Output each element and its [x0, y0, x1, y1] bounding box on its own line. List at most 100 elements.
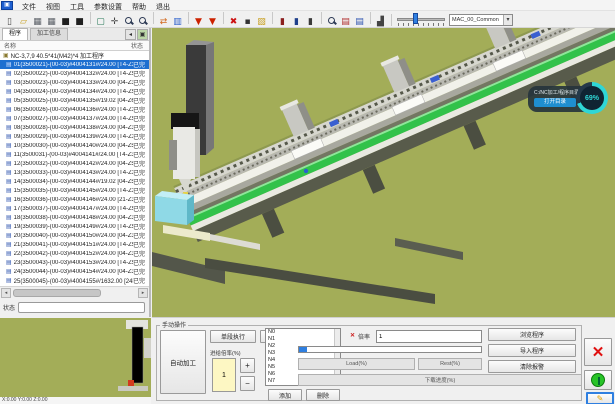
program-row[interactable]: ▤23(3500043)-(00-03)#4004153#/24.00 [T4-… — [0, 258, 149, 267]
search-icon[interactable] — [325, 14, 338, 27]
transfer-progressbar — [298, 346, 482, 353]
edit-button[interactable]: ✎ — [586, 392, 614, 404]
program-row[interactable]: ▤17(3500037)-(00-03)#4004147#/24.00 [T4-… — [0, 204, 149, 213]
program-name: 23(3500043)-(00-03)#4004153#/24.00 [T4-Z… — [14, 260, 133, 266]
control-panel: 手动操作 自动加工 单段执行 跳段 进给倍率(%) + − N0N1N2N3N4… — [152, 317, 615, 404]
rate-input[interactable] — [376, 330, 482, 343]
slider-thumb[interactable] — [413, 13, 418, 24]
delete-icon[interactable]: ✖ — [227, 16, 240, 29]
report-red-icon[interactable]: ▤ — [339, 16, 352, 29]
download-progressbar: 下载进度(%) — [298, 374, 582, 386]
program-row[interactable]: ▤02(3500022)-(00-03)#4004132#/24.00 [T4-… — [0, 69, 149, 78]
tab-go-icon[interactable]: ▣ — [137, 29, 148, 40]
toolbar-separator — [90, 12, 91, 24]
column-name[interactable]: 名称 — [0, 41, 131, 50]
program-row[interactable]: ▤13(3500033)-(00-03)#4004143#/24.00 [T4-… — [0, 168, 149, 177]
tab-2[interactable]: 加工信息 — [30, 28, 68, 40]
scrollbar-thumb[interactable] — [13, 289, 101, 297]
machine-select[interactable]: MAC_00_Common ▾ — [449, 14, 513, 26]
program-name: 15(3500035)-(00-03)#4004145#/24.00 [T4-Z… — [14, 188, 133, 194]
program-row[interactable]: ▤05(3500025)-(00-03)#4004135#/19.02 [04-… — [0, 96, 149, 105]
single-step-button[interactable]: 单段执行 — [210, 330, 256, 343]
program-row[interactable]: ▤15(3500035)-(00-03)#4004145#/24.00 [T4-… — [0, 186, 149, 195]
stop-button[interactable]: ✕ — [584, 338, 612, 366]
new-file-icon[interactable]: ▯ — [3, 16, 16, 29]
download-icon[interactable]: ▼ — [192, 16, 205, 29]
program-row[interactable]: ▤14(3500034)-(00-03)#4004144#/19.02 [04-… — [0, 177, 149, 186]
zoom-fit-icon[interactable] — [136, 14, 149, 27]
program-row[interactable]: ▤20(3500040)-(00-03)#4004150#/24.00 [04-… — [0, 231, 149, 240]
stats-icon[interactable]: ▟ — [374, 16, 387, 29]
program-row[interactable]: ▤11(3500031)-(00-03)#4004141#/24.00 [T4-… — [0, 150, 149, 159]
delete-button[interactable]: 删除 — [306, 389, 340, 401]
save-icon[interactable]: ▦ — [31, 16, 44, 29]
program-row[interactable]: ▤04(3500024)-(00-03)#4004134#/24.00 [T4-… — [0, 87, 149, 96]
toolbar-separator — [391, 14, 392, 26]
open-folder-button[interactable]: 打开目录 — [534, 98, 576, 107]
horizontal-scrollbar[interactable]: ◂ ▸ — [0, 286, 149, 298]
select-frame-icon[interactable]: ▢ — [94, 16, 107, 29]
decrease-button[interactable]: − — [240, 376, 255, 391]
status-row: 状态 — [0, 298, 149, 317]
browse-program-button[interactable]: 浏览程序 — [488, 328, 576, 341]
toolbar-separator — [153, 12, 154, 24]
program-row[interactable]: ▤21(3500041)-(00-03)#4004151#/24.00 [T4-… — [0, 240, 149, 249]
program-name: 16(3500036)-(00-03)#4004146#/24.00 [21-Z… — [14, 197, 133, 203]
block-view-icon[interactable]: ■ — [59, 16, 72, 29]
clear-alarm-button[interactable]: 清除报警 — [488, 360, 576, 373]
program-row[interactable]: ▤01(3500021)-(00-03)#4004131#/24.00 [T4-… — [0, 60, 149, 69]
segment-list-item[interactable]: N0 — [266, 329, 340, 336]
workpiece-cyan — [155, 191, 194, 225]
speed-slider[interactable] — [397, 13, 445, 26]
program-row[interactable]: ▤12(3500032)-(00-03)#4004142#/24.00 [04-… — [0, 159, 149, 168]
zoom-in-icon[interactable] — [122, 14, 135, 27]
transfer-icon[interactable]: ⇄ — [157, 16, 170, 29]
machine-dark-icon[interactable]: ▮ — [304, 16, 317, 29]
program-row[interactable]: ▤09(3500029)-(00-03)#4004139#/24.00 [T4-… — [0, 132, 149, 141]
block-view2-icon[interactable]: ■ — [73, 16, 86, 29]
machine-red-icon[interactable]: ▮ — [276, 16, 289, 29]
segment-list-item[interactable]: N1 — [266, 336, 340, 343]
program-row[interactable]: ▤24(3500044)-(00-03)#4004154#/24.00 [04-… — [0, 267, 149, 276]
scroll-right-icon[interactable]: ▸ — [138, 288, 148, 298]
program-row[interactable]: ▤03(3500023)-(00-03)#4004133#/24.00 [04-… — [0, 78, 149, 87]
stop-task-icon[interactable]: ▪ — [241, 16, 254, 29]
open-folder-icon[interactable]: ▱ — [17, 16, 30, 29]
program-row[interactable]: ▤07(3500027)-(00-03)#4004137#/24.00 [T4-… — [0, 114, 149, 123]
export-icon[interactable]: ▧ — [255, 16, 268, 29]
program-file-icon: ▤ — [6, 268, 12, 275]
program-row[interactable]: ▤06(3500026)-(00-03)#4004136#/24.00 [T4-… — [0, 105, 149, 114]
chevron-down-icon[interactable]: ▾ — [503, 15, 512, 25]
program-row[interactable]: ▤25(3500045)-(00-03)#4004155#/1632.00 [2… — [0, 276, 149, 285]
program-name: 11(3500031)-(00-03)#4004141#/24.00 [T4-Z… — [14, 152, 133, 158]
pan-icon[interactable]: ✛ — [108, 16, 121, 29]
program-row[interactable]: ▤16(3500036)-(00-03)#4004146#/24.00 [21-… — [0, 195, 149, 204]
download-all-icon[interactable]: ▼ — [206, 16, 219, 29]
panel-tabs: 程序加工信息 ◂ ▣ — [0, 28, 149, 41]
scroll-left-icon[interactable]: ◂ — [1, 288, 11, 298]
monitor-icon[interactable]: ▥ — [171, 16, 184, 29]
tree-root[interactable]: ▣ NC-3,7,9 40.5*41(M42)*4 加工程序 — [0, 51, 149, 60]
feed-override-input[interactable] — [212, 358, 236, 392]
coordinate-statusbar: X:0.00 Y:0.00 Z:0.00 — [0, 397, 151, 404]
mini-3d-viewport[interactable] — [0, 318, 151, 397]
add-button[interactable]: 添加 — [268, 389, 302, 401]
status-input[interactable] — [18, 302, 145, 313]
program-row[interactable]: ▤08(3500028)-(00-03)#4004138#/24.00 [04-… — [0, 123, 149, 132]
import-program-button[interactable]: 导入程序 — [488, 344, 576, 357]
toolbar-icons: ▯▱▦▦■■▢✛⇄▥▼▼✖▪▧▮▮▮▤▤▟ — [3, 11, 388, 29]
tab-1[interactable]: 程序 — [2, 28, 28, 40]
machine-blue-icon[interactable]: ▮ — [290, 16, 303, 29]
start-button[interactable] — [584, 370, 612, 390]
increase-button[interactable]: + — [240, 358, 255, 373]
program-row[interactable]: ▤22(3500042)-(00-03)#4004152#/24.00 [04-… — [0, 249, 149, 258]
program-row[interactable]: ▤10(3500030)-(00-03)#4004140#/24.00 [04-… — [0, 141, 149, 150]
program-row[interactable]: ▤19(3500039)-(00-03)#4004149#/24.00 [T4-… — [0, 222, 149, 231]
program-row[interactable]: ▤18(3500038)-(00-03)#4004148#/24.00 [04-… — [0, 213, 149, 222]
machine-3d-viewport[interactable]: C:/NC加工/程序目录 打开目录 69% — [152, 28, 615, 318]
save-all-icon[interactable]: ▦ — [45, 16, 58, 29]
tab-scroll-left-icon[interactable]: ◂ — [125, 29, 136, 40]
report-blue-icon[interactable]: ▤ — [353, 16, 366, 29]
auto-run-button[interactable]: 自动加工 — [160, 330, 206, 394]
column-status[interactable]: 状态 — [131, 41, 149, 50]
